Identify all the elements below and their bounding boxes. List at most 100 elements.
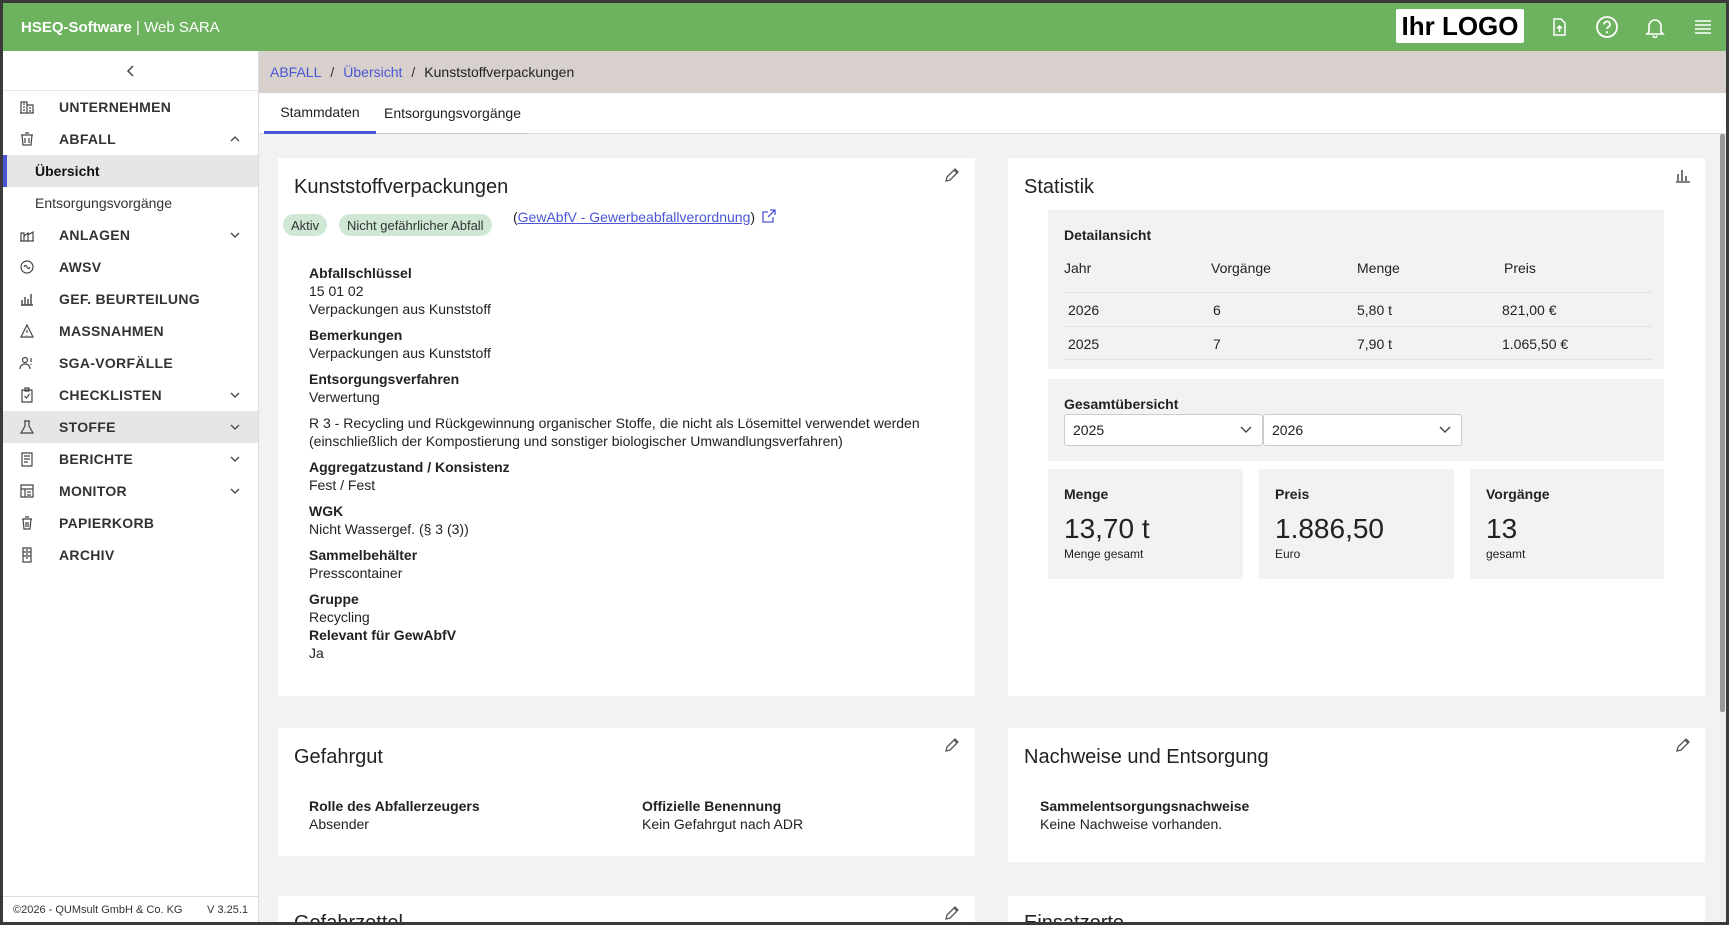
- edit-icon[interactable]: [1674, 736, 1692, 754]
- sidebar-item-monitor[interactable]: MONITOR: [3, 475, 258, 507]
- table-cell: 2025: [1068, 336, 1100, 352]
- bell-icon[interactable]: [1643, 15, 1667, 39]
- sidebar-item-stoffe[interactable]: STOFFE: [3, 411, 258, 443]
- detail-view-box: Detailansicht Jahr Vorgänge Menge Preis …: [1048, 210, 1664, 369]
- chart-icon[interactable]: [1674, 166, 1692, 184]
- menu-icon[interactable]: [1691, 15, 1715, 39]
- field-value: Recycling: [309, 609, 370, 625]
- sidebar-item-anlagen[interactable]: ANLAGEN: [3, 219, 258, 251]
- sidebar-item-sga-vorfaelle[interactable]: SGA-VORFÄLLE: [3, 347, 258, 379]
- sidebar-item-checklisten[interactable]: CHECKLISTEN: [3, 379, 258, 411]
- card-title: Nachweise und Entsorgung: [1024, 746, 1269, 768]
- field-value: Nicht Wassergef. (§ 3 (3)): [309, 521, 469, 537]
- field-label: Aggregatzustand / Konsistenz: [309, 459, 510, 475]
- master-fields: Abfallschlüssel 15 01 02 Verpackungen au…: [309, 264, 920, 662]
- field-label: Sammelbehälter: [309, 547, 418, 563]
- chevron-down-icon: [230, 232, 240, 238]
- company-icon: [20, 101, 34, 114]
- sidebar-item-unternehmen[interactable]: UNTERNEHMEN: [3, 91, 258, 123]
- external-link-icon[interactable]: [762, 209, 776, 223]
- official-name-field: Offizielle Benennung Kein Gefahrgut nach…: [642, 797, 803, 833]
- sidebar-item-archiv[interactable]: ARCHIV: [3, 539, 258, 571]
- breadcrumb-link-uebersicht[interactable]: Übersicht: [343, 64, 402, 80]
- field-value: Verwertung: [309, 389, 380, 405]
- sidebar-item-label: SGA-VORFÄLLE: [59, 355, 174, 371]
- table-header-row: Jahr Vorgänge Menge Preis: [1064, 260, 1652, 292]
- tab-entsorgungsvorgaenge[interactable]: Entsorgungsvorgänge: [376, 93, 529, 134]
- breadcrumb-link-abfall[interactable]: ABFALL: [270, 64, 321, 80]
- breadcrumb: ABFALL / Übersicht / Kunststoffverpackun…: [259, 51, 1726, 93]
- role-field: Rolle des Abfallerzeugers Absender: [309, 797, 480, 833]
- brand-product: Web SARA: [144, 18, 220, 36]
- table-row: 2026 6 5,80 t 821,00 €: [1064, 292, 1652, 326]
- edit-icon[interactable]: [943, 166, 961, 184]
- detail-table: Jahr Vorgänge Menge Preis 2026 6 5,80 t …: [1064, 260, 1652, 360]
- sidebar-item-label: GEF. BEURTEILUNG: [59, 291, 200, 307]
- collapse-sidebar-button[interactable]: [3, 51, 258, 91]
- sidebar-item-massnahmen[interactable]: MASSNAHMEN: [3, 315, 258, 347]
- sidebar-subitem-uebersicht[interactable]: Übersicht: [3, 155, 258, 187]
- chevron-down-icon: [230, 392, 240, 398]
- breadcrumb-separator: /: [330, 64, 335, 80]
- field-label: WGK: [309, 503, 344, 519]
- field-value: Verpackungen aus Kunststoff: [309, 301, 491, 317]
- detail-view-title: Detailansicht: [1064, 227, 1152, 243]
- chevron-down-icon: [1439, 426, 1451, 433]
- chevron-down-icon: [230, 488, 240, 494]
- brand-separator: |: [131, 18, 145, 36]
- sidebar-item-awsv[interactable]: AWSV: [3, 251, 258, 283]
- chevron-down-icon: [230, 424, 240, 430]
- field-value: Verpackungen aus Kunststoff: [309, 345, 491, 361]
- field-label: Bemerkungen: [309, 327, 403, 343]
- scrollbar-thumb[interactable]: [1720, 134, 1725, 712]
- field-value: Keine Nachweise vorhanden.: [1040, 816, 1223, 832]
- field-value: (einschließlich der Kompostierung und so…: [309, 433, 843, 449]
- sidebar-item-gef-beurteilung[interactable]: GEF. BEURTEILUNG: [3, 283, 258, 315]
- table-cell: 2026: [1068, 302, 1100, 318]
- field-value: Absender: [309, 816, 369, 832]
- trash-icon: [22, 516, 32, 530]
- version-text: V 3.25.1: [207, 903, 248, 916]
- sidebar-subitem-entsorgungsvorgaenge[interactable]: Entsorgungsvorgänge: [3, 187, 258, 219]
- tab-label: Stammdaten: [280, 104, 360, 120]
- table-cell: 7: [1213, 336, 1221, 352]
- year-from-select[interactable]: 2025: [1064, 414, 1263, 446]
- help-icon[interactable]: [1595, 15, 1619, 39]
- sidebar-item-label: ABFALL: [59, 131, 117, 147]
- table-row: 2025 7 7,90 t 1.065,50 €: [1064, 326, 1652, 360]
- sidebar-item-label: AWSV: [59, 259, 102, 275]
- chevron-up-icon: [230, 136, 240, 142]
- sidebar-item-berichte[interactable]: BERICHTE: [3, 443, 258, 475]
- field-value: R 3 - Recycling und Rückgewinnung organi…: [309, 415, 920, 431]
- column-header-jahr: Jahr: [1064, 260, 1092, 276]
- year-to-select[interactable]: 2026: [1263, 414, 1462, 446]
- card-title: Einsatzorte: [1024, 912, 1125, 925]
- tab-label: Entsorgungsvorgänge: [384, 105, 521, 121]
- sidebar-item-papierkorb[interactable]: PAPIERKORB: [3, 507, 258, 539]
- field-value: Kein Gefahrgut nach ADR: [642, 816, 804, 832]
- tab-stammdaten[interactable]: Stammdaten: [264, 93, 376, 134]
- card-title: Kunststoffverpackungen: [294, 176, 509, 198]
- card-title: Gefahrgut: [294, 746, 383, 768]
- kpi-subtitle: Menge gesamt: [1064, 547, 1144, 561]
- sidebar-item-label: BERICHTE: [59, 451, 133, 467]
- edit-icon[interactable]: [943, 904, 961, 922]
- upload-icon[interactable]: [1547, 15, 1571, 39]
- field-label: Gruppe: [309, 591, 359, 607]
- checklist-icon: [21, 387, 33, 403]
- sidebar-item-label: ANLAGEN: [59, 227, 131, 243]
- plant-icon: [20, 230, 34, 242]
- copyright-text: ©2026 - QUMsult GmbH & Co. KG: [13, 903, 183, 916]
- column-header-menge: Menge: [1357, 260, 1400, 276]
- sidebar: UNTERNEHMEN ABFALL Übersicht Entsorgungs…: [3, 51, 259, 922]
- regulation-reference: (GewAbfV - Gewerbeabfallverordnung): [513, 209, 776, 225]
- sidebar-item-abfall[interactable]: ABFALL: [3, 123, 258, 155]
- edit-icon[interactable]: [943, 736, 961, 754]
- archive-icon: [22, 547, 32, 563]
- chevron-left-icon: [126, 64, 134, 77]
- table-cell: 5,80 t: [1357, 302, 1393, 318]
- card-title: Gefahrzettel: [294, 912, 403, 925]
- field-value: Fest / Fest: [309, 477, 376, 493]
- top-bar: HSEQ-Software | Web SARA Ihr LOGO: [3, 3, 1726, 51]
- regulation-link[interactable]: GewAbfV - Gewerbeabfallverordnung: [518, 209, 751, 225]
